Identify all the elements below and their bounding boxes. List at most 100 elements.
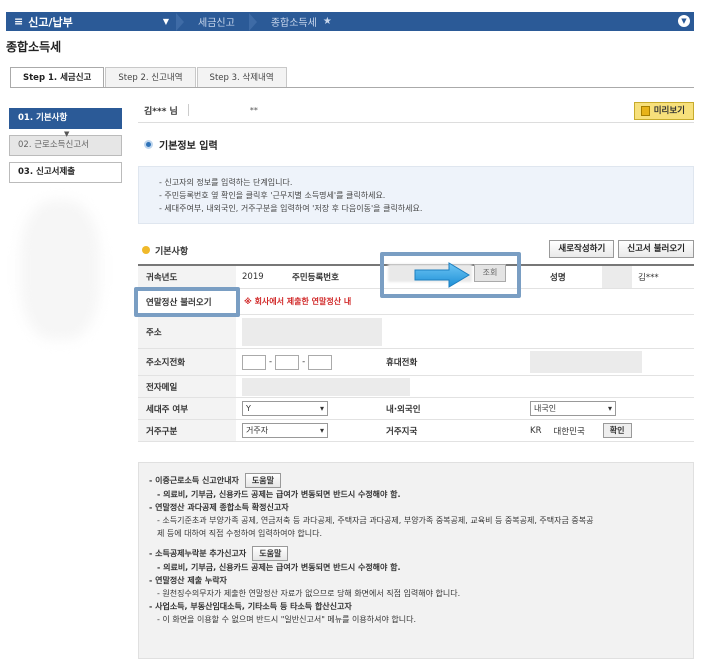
phone-part1-input[interactable] xyxy=(242,354,266,370)
tab-divider xyxy=(10,87,694,88)
document-icon xyxy=(640,106,650,116)
country-name: 대한민국 xyxy=(553,426,585,437)
breadcrumb-separator xyxy=(248,12,257,31)
step-tabs: Step 1. 세금신고 Step 2. 신고내역 Step 3. 삭제내역 xyxy=(10,67,288,88)
preview-button[interactable]: 미리보기 xyxy=(633,102,694,120)
bullet-icon xyxy=(144,140,153,149)
address-label: 주소 xyxy=(138,315,236,348)
info-line: - 신고자의 정보를 입력하는 단계입니다. xyxy=(159,178,293,187)
load-return-button[interactable]: 신고서 불러오기 xyxy=(618,240,694,258)
country-label: 거주지국 xyxy=(378,420,524,441)
info-line: - 세대주여부, 내외국인, 거주구분을 입력하여 '저장 후 다음이동'을 클… xyxy=(159,204,423,213)
note-line: - 소득기준초과 부양가족 공제, 연금저축 등 과다공제, 주택자금 과다공제… xyxy=(157,516,594,525)
rrn-highlight xyxy=(380,252,521,298)
note-title: - 연말정산 과다공제 종합소득 확정신고자 xyxy=(149,503,289,512)
header-buttons: 새로작성하기 신고서 불러오기 xyxy=(549,240,694,258)
household-label: 세대주 여부 xyxy=(138,398,236,419)
residence-select[interactable]: 거주자 xyxy=(242,423,328,438)
preview-label: 미리보기 xyxy=(653,106,685,116)
info-box: - 신고자의 정보를 입력하는 단계입니다. - 주민등록번호 옆 확인을 클릭… xyxy=(138,166,694,224)
household-cell: Y xyxy=(236,401,378,416)
note-title-text: - 이중근로소득 신고안내자 xyxy=(149,476,239,485)
breadcrumb-tax-filing[interactable]: 세금신고 xyxy=(184,14,249,29)
notes-box: - 이중근로소득 신고안내자 도움말 - 의료비, 기부금, 신용카드 공제는 … xyxy=(138,462,694,659)
breadcrumb-separator xyxy=(176,12,184,31)
country-cell: KR 대한민국 확인 xyxy=(524,423,632,438)
mobile-mask xyxy=(530,351,642,373)
nationality-label: 내·외국인 xyxy=(378,398,524,419)
phone-label: 주소지전화 xyxy=(138,349,236,375)
year-value: 2019 xyxy=(242,272,264,282)
confirm-button[interactable]: 확인 xyxy=(602,423,632,438)
note-line: - 원천징수의무자가 제출한 연말정산 자료가 없으므로 당해 화면에서 직접 … xyxy=(157,589,461,598)
email-label: 전자메일 xyxy=(138,376,236,397)
new-write-button[interactable]: 새로작성하기 xyxy=(549,240,615,258)
mobile-field[interactable] xyxy=(524,351,642,373)
section-title: 기본정보 입력 xyxy=(159,141,218,152)
tab-step2[interactable]: Step 2. 신고내역 xyxy=(105,67,196,88)
nationality-cell: 내국인 xyxy=(524,401,616,416)
top-nav: ≡ 신고/납부 ▼ 세금신고 종합소득세 ★ ▼ xyxy=(6,12,694,31)
hamburger-icon: ≡ xyxy=(14,15,24,28)
mobile-label: 휴대전화 xyxy=(378,349,524,375)
note-line: 제 등에 대하여 직접 수정하여 입력하여야 합니다. xyxy=(157,529,322,538)
note-line: - 이 화면을 이용할 수 없으며 반드시 "일반신고서" 메뉴를 이용하셔야 … xyxy=(157,615,417,624)
dash: - xyxy=(302,357,306,367)
address-mask xyxy=(242,317,382,346)
name-mask xyxy=(602,266,632,288)
form-row: 전자메일 xyxy=(138,376,694,398)
tab-step1[interactable]: Step 1. 세금신고 xyxy=(10,67,105,88)
step-basic[interactable]: 01. 기본사항 xyxy=(9,108,122,129)
help-button[interactable]: 도움말 xyxy=(252,546,289,561)
form-row: 주소 xyxy=(138,315,694,349)
annual-load-highlight xyxy=(134,287,240,317)
step-earned-income[interactable]: 02. 근로소득신고서 xyxy=(9,135,122,156)
user-row: 김*** 님 ** 미리보기 xyxy=(138,98,694,123)
name-value: 김*** xyxy=(638,273,659,283)
page-title: 종합소득세 xyxy=(6,40,62,54)
blur-artifact xyxy=(20,200,100,340)
breadcrumb-label: 종합소득세 xyxy=(270,18,317,29)
phone-part2-input[interactable] xyxy=(275,354,300,370)
menu-toggle[interactable]: ≡ 신고/납부 xyxy=(6,14,156,30)
step-submit[interactable]: 03. 신고서제출 xyxy=(9,162,122,183)
form-row: 거주구분 거주자 거주지국 KR 대한민국 확인 xyxy=(138,420,694,442)
dash: - xyxy=(269,357,273,367)
phone-fields: - - xyxy=(236,354,378,370)
phone-part3-input[interactable] xyxy=(308,354,333,370)
masked-suffix: ** xyxy=(249,105,258,115)
user-name: 김*** 님 xyxy=(144,106,178,117)
form-row: 주소지전화 - - 휴대전화 xyxy=(138,349,694,376)
dropdown-icon[interactable]: ▼ xyxy=(156,17,176,26)
basic-title: 기본사항 xyxy=(155,246,189,257)
rrn-label: 주민등록번호 xyxy=(284,266,372,288)
note-title-text: - 소득공제누락분 추가신고자 xyxy=(149,549,247,558)
email-field[interactable] xyxy=(236,377,410,396)
year-label: 귀속년도 xyxy=(138,266,236,288)
collapse-icon[interactable]: ▼ xyxy=(678,15,690,27)
note-line: - 의료비, 기부금, 신용카드 공제는 급여가 변동되면 반드시 수정해야 함… xyxy=(157,563,401,572)
nationality-select[interactable]: 내국인 xyxy=(530,401,616,416)
menu-title: 신고/납부 xyxy=(28,15,73,29)
household-select[interactable]: Y xyxy=(242,401,328,416)
section-heading: 기본정보 입력 xyxy=(138,137,694,152)
info-line: - 주민등록번호 옆 확인을 클릭후 '근무지별 소득명세'를 클릭하세요. xyxy=(159,191,386,200)
star-icon[interactable]: ★ xyxy=(323,16,332,27)
note-title: - 소득공제누락분 추가신고자 도움말 xyxy=(149,546,683,561)
step-nav: 01. 기본사항 ▼ 02. 근로소득신고서 03. 신고서제출 xyxy=(9,108,122,189)
note-line: - 의료비, 기부금, 신용카드 공제는 급여가 변동되면 반드시 수정해야 함… xyxy=(157,490,401,499)
main-content: 김*** 님 ** 미리보기 기본정보 입력 - 신고자의 정보를 입력하는 단… xyxy=(138,98,694,659)
breadcrumb-income-tax[interactable]: 종합소득세 ★ xyxy=(257,14,346,29)
annual-warning: ※ 회사에서 제출한 연말정산 내 xyxy=(244,297,352,306)
name-label: 성명 xyxy=(542,266,602,288)
country-code: KR xyxy=(530,425,542,436)
residence-cell: 거주자 xyxy=(236,423,378,438)
tab-step3[interactable]: Step 3. 삭제내역 xyxy=(196,67,287,88)
bullet-icon xyxy=(142,246,150,254)
address-field[interactable] xyxy=(236,317,382,346)
residence-label: 거주구분 xyxy=(138,420,236,441)
note-title: - 이중근로소득 신고안내자 도움말 xyxy=(149,473,683,488)
caret-down-icon: ▼ xyxy=(64,130,70,138)
help-button[interactable]: 도움말 xyxy=(244,473,281,488)
email-mask xyxy=(242,377,410,396)
